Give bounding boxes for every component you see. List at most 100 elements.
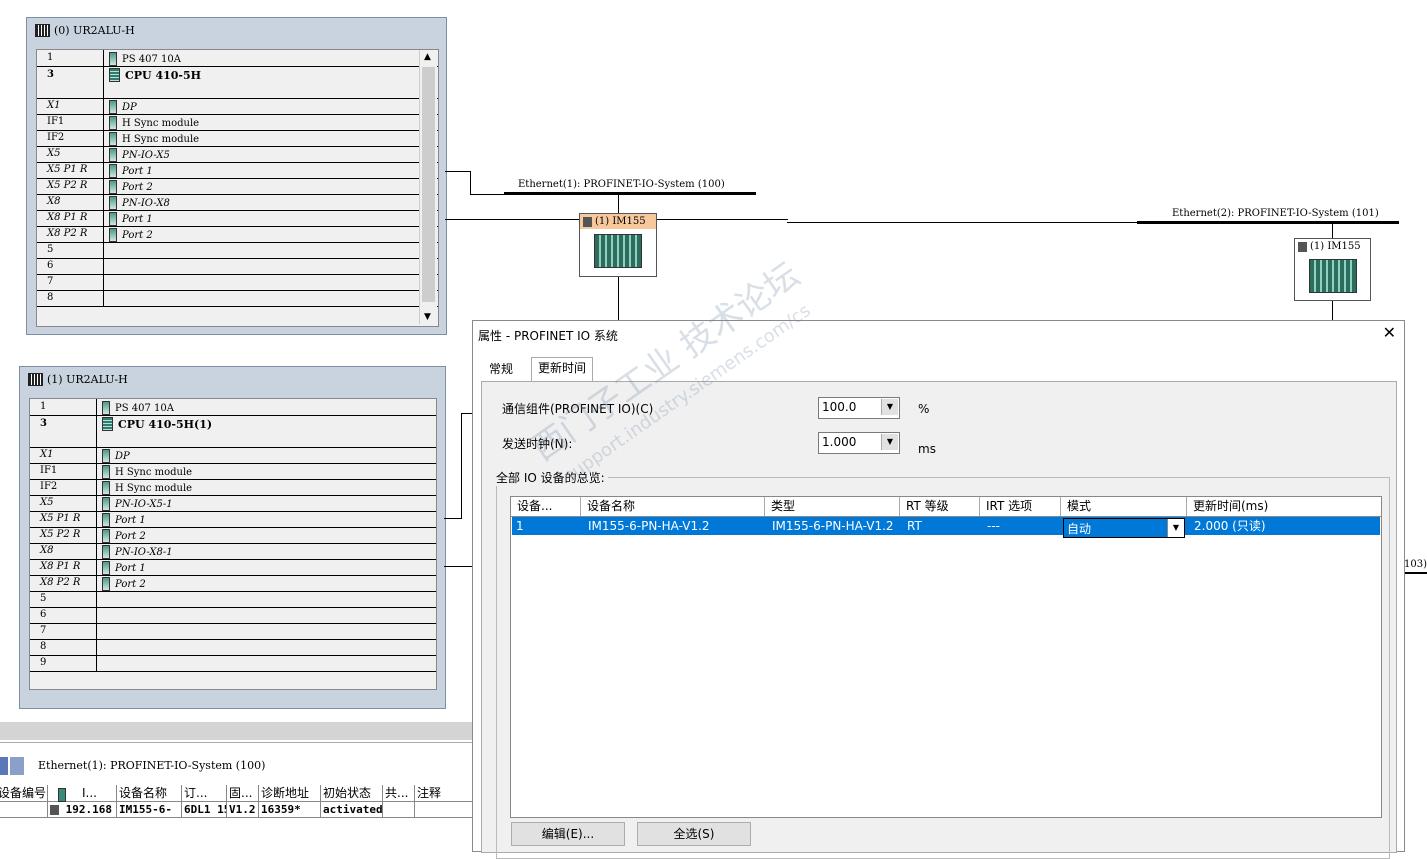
col-diag-address[interactable]: 诊断地址 bbox=[259, 785, 321, 802]
module-cell[interactable]: DP bbox=[109, 100, 137, 114]
rack-slot-row[interactable]: 8 bbox=[30, 639, 436, 656]
cell-device-name[interactable]: IM155-6- bbox=[117, 802, 182, 818]
module-cell[interactable]: Port 2 bbox=[109, 180, 153, 194]
rack-slot-row[interactable]: IF2 H Sync module bbox=[37, 130, 438, 147]
rack-slot-row[interactable]: 7 bbox=[30, 623, 436, 640]
rack-slot-row[interactable]: 1 PS 407 10A bbox=[30, 399, 436, 416]
edit-button[interactable]: 编辑(E)... bbox=[511, 822, 625, 846]
col-update-time[interactable]: 更新时间(ms) bbox=[1187, 497, 1379, 516]
col-mode[interactable]: 模式 bbox=[1061, 497, 1187, 516]
rack-slot-row[interactable]: X8 PN-IO-X8 bbox=[37, 194, 438, 211]
col-comment[interactable]: 注释 bbox=[415, 785, 474, 802]
cell-comment[interactable] bbox=[415, 802, 474, 818]
col-rt-class[interactable]: RT 等级 bbox=[900, 497, 980, 516]
module-cell[interactable]: PN-IO-X5-1 bbox=[102, 497, 173, 511]
scroll-down-icon[interactable]: ▼ bbox=[424, 312, 431, 322]
cell-shared[interactable] bbox=[383, 802, 415, 818]
cell-order-no[interactable]: 6DL1 15 bbox=[182, 802, 227, 818]
rack-slot-row[interactable]: X5 P1 R Port 1 bbox=[37, 162, 438, 179]
col-device[interactable]: 设备... bbox=[511, 497, 581, 516]
rack-slot-row[interactable]: IF2 H Sync module bbox=[30, 479, 436, 496]
module-cell[interactable]: Port 1 bbox=[102, 513, 146, 527]
rack-slot-row[interactable]: X8 P2 R Port 2 bbox=[37, 226, 438, 243]
nav-forward-icon[interactable] bbox=[10, 757, 24, 775]
rack-1-table[interactable]: 1 PS 407 10A 3 CPU 410-5H(1) X1 DP IF1 H Sync m… bbox=[29, 398, 437, 690]
rack-slot-row[interactable]: 1 PS 407 10A bbox=[37, 50, 438, 67]
col-order-no[interactable]: 订... bbox=[182, 785, 227, 802]
rack-slot-row[interactable]: X8 P1 R Port 1 bbox=[30, 559, 436, 576]
io-device-2[interactable]: (1) IM155 bbox=[1294, 238, 1371, 301]
nav-back-icon[interactable] bbox=[0, 757, 8, 775]
module-cell[interactable]: H Sync module bbox=[109, 116, 199, 130]
module-cell[interactable]: PN-IO-X8-1 bbox=[102, 545, 173, 559]
rack-slot-row[interactable]: 5 bbox=[37, 242, 438, 259]
rack-slot-row[interactable]: X8 P1 R Port 1 bbox=[37, 210, 438, 227]
cell-device-number[interactable] bbox=[0, 802, 48, 818]
scroll-up-icon[interactable]: ▲ bbox=[424, 52, 431, 62]
rack-slot-row[interactable]: 5 bbox=[30, 591, 436, 608]
module-cell[interactable]: H Sync module bbox=[109, 132, 199, 146]
module-cell[interactable]: CPU 410-5H bbox=[109, 68, 201, 82]
cell-type[interactable]: IM155-6-PN-HA-V1.2 bbox=[766, 517, 901, 535]
rack-slot-row[interactable]: X8 P2 R Port 2 bbox=[30, 575, 436, 592]
col-device-number[interactable]: 设备编号 bbox=[0, 785, 48, 802]
rack-slot-row[interactable]: 7 bbox=[37, 274, 438, 291]
rack-slot-row[interactable]: X8 PN-IO-X8-1 bbox=[30, 543, 436, 560]
module-cell[interactable]: DP bbox=[102, 449, 130, 463]
scroll-thumb[interactable] bbox=[422, 67, 435, 302]
properties-dialog[interactable]: 属性 - PROFINET IO 系统 ✕ 常规 更新时间 通信组件(PROFI… bbox=[472, 320, 1405, 859]
rack-slot-row[interactable]: 6 bbox=[30, 607, 436, 624]
mode-select[interactable]: 自动 ▼ bbox=[1063, 518, 1185, 538]
rack-0-window[interactable]: (0) UR2ALU-H 1 PS 407 10A 3 CPU 410-5H X1 DP I… bbox=[26, 17, 447, 335]
module-cell[interactable]: PS 407 10A bbox=[102, 401, 174, 415]
module-cell[interactable]: Port 2 bbox=[102, 577, 146, 591]
rack-0-table[interactable]: 1 PS 407 10A 3 CPU 410-5H X1 DP IF1 H Sync modu… bbox=[36, 49, 439, 327]
col-irt-option[interactable]: IRT 选项 bbox=[980, 497, 1061, 516]
send-clock-select[interactable]: 1.000 ▼ bbox=[818, 432, 900, 454]
cell-ip[interactable]: 192.168 bbox=[48, 802, 117, 818]
rack-1-window[interactable]: (1) UR2ALU-H 1 PS 407 10A 3 CPU 410-5H(1) X1… bbox=[19, 366, 446, 709]
col-device-name[interactable]: 设备名称 bbox=[117, 785, 182, 802]
rack-slot-row[interactable]: X1 DP bbox=[30, 447, 436, 464]
module-cell[interactable]: Port 2 bbox=[102, 529, 146, 543]
rack-slot-row[interactable]: X5 P2 R Port 2 bbox=[37, 178, 438, 195]
col-shared[interactable]: 共... bbox=[383, 785, 415, 802]
ethernet2-label[interactable]: Ethernet(2): PROFINET-IO-System (101) bbox=[1172, 208, 1379, 219]
rack-slot-row[interactable]: IF1 H Sync module bbox=[37, 114, 438, 131]
col-firmware[interactable]: 固... bbox=[227, 785, 259, 802]
rack-slot-row[interactable]: X5 P2 R Port 2 bbox=[30, 527, 436, 544]
dropdown-arrow-icon[interactable]: ▼ bbox=[1167, 519, 1184, 537]
io-devices-grid[interactable]: 设备... 设备名称 类型 RT 等级 IRT 选项 模式 更新时间(ms) 1… bbox=[510, 496, 1382, 818]
cell-diag-address[interactable]: 16359* bbox=[259, 802, 321, 818]
comm-component-select[interactable]: 100.0 ▼ bbox=[818, 397, 900, 419]
rack-slot-row[interactable]: X1 DP bbox=[37, 98, 438, 115]
select-all-button[interactable]: 全选(S) bbox=[637, 822, 751, 846]
dropdown-arrow-icon[interactable]: ▼ bbox=[881, 399, 898, 415]
rack-slot-row[interactable]: X5 PN-IO-X5 bbox=[37, 146, 438, 163]
rack-slot-row[interactable]: X5 PN-IO-X5-1 bbox=[30, 495, 436, 512]
rack-0-scrollbar[interactable]: ▲ ▼ bbox=[419, 50, 437, 324]
module-cell[interactable]: Port 1 bbox=[102, 561, 146, 575]
rack-slot-row[interactable]: IF1 H Sync module bbox=[30, 463, 436, 480]
cell-firmware[interactable]: V1.2 bbox=[227, 802, 259, 818]
io-device-1[interactable]: (1) IM155 bbox=[579, 213, 657, 277]
dropdown-arrow-icon[interactable]: ▼ bbox=[881, 434, 898, 450]
rack-slot-row[interactable]: 3 CPU 410-5H bbox=[37, 66, 438, 99]
cell-device-no[interactable]: 1 bbox=[512, 517, 582, 535]
rack-slot-row[interactable]: 9 bbox=[30, 655, 436, 672]
module-cell[interactable]: CPU 410-5H(1) bbox=[102, 417, 212, 431]
module-cell[interactable]: PN-IO-X8 bbox=[109, 196, 170, 210]
cell-initial-state[interactable]: activated bbox=[321, 802, 383, 818]
cell-device-name[interactable]: IM155-6-PN-HA-V1.2 bbox=[582, 517, 766, 535]
col-device-name[interactable]: 设备名称 bbox=[581, 497, 765, 516]
module-cell[interactable]: PS 407 10A bbox=[109, 52, 181, 66]
rack-slot-row[interactable]: X5 P1 R Port 1 bbox=[30, 511, 436, 528]
splitter-bar[interactable] bbox=[0, 722, 474, 740]
rack-slot-row[interactable]: 6 bbox=[37, 258, 438, 275]
close-icon[interactable]: ✕ bbox=[1383, 323, 1396, 342]
ethernet2-bus[interactable] bbox=[1137, 221, 1399, 224]
ethernet1-label[interactable]: Ethernet(1): PROFINET-IO-System (100) bbox=[518, 179, 725, 190]
module-cell[interactable]: Port 2 bbox=[109, 228, 153, 242]
tab-general[interactable]: 常规 bbox=[483, 359, 519, 380]
col-type[interactable]: 类型 bbox=[765, 497, 900, 516]
